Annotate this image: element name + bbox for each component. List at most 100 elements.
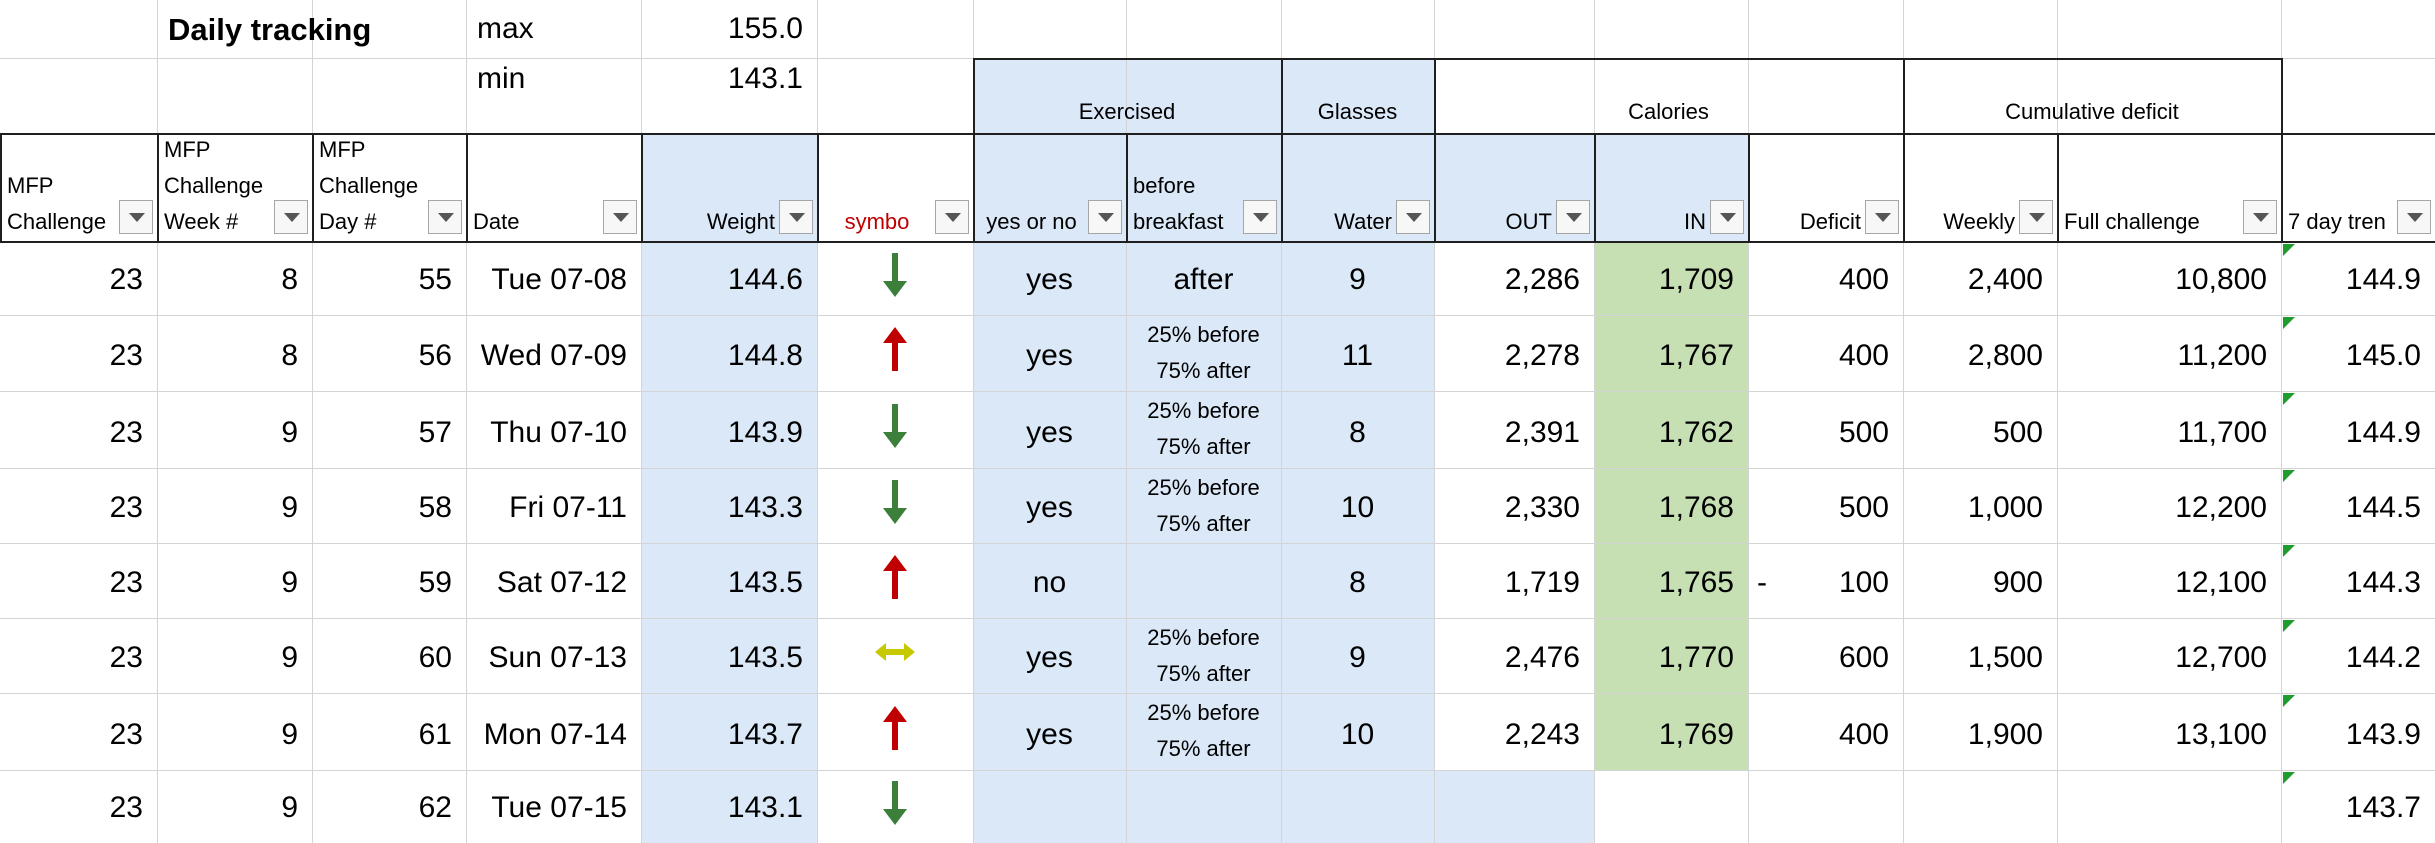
- cell-water[interactable]: 10: [1281, 491, 1434, 535]
- cell-out[interactable]: 1,719: [1434, 566, 1594, 610]
- cell-in[interactable]: [1594, 791, 1748, 835]
- cell-in[interactable]: 1,762: [1594, 416, 1748, 460]
- cell-challenge[interactable]: 23: [0, 339, 157, 383]
- filter-dropdown-icon[interactable]: [1396, 200, 1430, 234]
- cell-challenge[interactable]: 23: [0, 263, 157, 307]
- cell-weight[interactable]: 143.5: [641, 641, 817, 685]
- cell-full[interactable]: 12,200: [2057, 491, 2281, 535]
- cell-week[interactable]: 8: [157, 263, 312, 307]
- cell-weight[interactable]: 143.9: [641, 416, 817, 460]
- cell-date[interactable]: Thu 07-10: [466, 416, 641, 460]
- cell-out[interactable]: 2,330: [1434, 491, 1594, 535]
- cell-exercised[interactable]: no: [973, 566, 1126, 610]
- cell-date[interactable]: Tue 07-08: [466, 263, 641, 307]
- cell-deficit[interactable]: 500: [1748, 416, 1903, 460]
- cell-in[interactable]: 1,765: [1594, 566, 1748, 610]
- cell-week[interactable]: 9: [157, 566, 312, 610]
- cell-full[interactable]: 12,700: [2057, 641, 2281, 685]
- cell-challenge[interactable]: 23: [0, 718, 157, 762]
- cell-trend[interactable]: 145.0: [2281, 339, 2435, 383]
- cell-full[interactable]: [2057, 791, 2281, 835]
- cell-weekly[interactable]: 2,400: [1903, 263, 2057, 307]
- cell-exercised[interactable]: yes: [973, 641, 1126, 685]
- cell-in[interactable]: 1,769: [1594, 718, 1748, 762]
- cell-deficit[interactable]: 400: [1748, 718, 1903, 762]
- cell-week[interactable]: 9: [157, 641, 312, 685]
- cell-deficit[interactable]: 500: [1748, 491, 1903, 535]
- cell-date[interactable]: Sun 07-13: [466, 641, 641, 685]
- cell-week[interactable]: 8: [157, 339, 312, 383]
- cell-weight[interactable]: 143.5: [641, 566, 817, 610]
- cell-weekly[interactable]: [1903, 791, 2057, 835]
- cell-week[interactable]: 9: [157, 491, 312, 535]
- cell-water[interactable]: 9: [1281, 263, 1434, 307]
- filter-dropdown-icon[interactable]: [603, 200, 637, 234]
- cell-trend[interactable]: 144.9: [2281, 416, 2435, 460]
- filter-dropdown-icon[interactable]: [935, 200, 969, 234]
- cell-full[interactable]: 11,200: [2057, 339, 2281, 383]
- cell-in[interactable]: 1,770: [1594, 641, 1748, 685]
- header-challenge[interactable]: MFP Challenge: [2, 168, 119, 240]
- cell-out[interactable]: 2,286: [1434, 263, 1594, 307]
- cell-day[interactable]: 59: [312, 566, 466, 610]
- cell-deficit[interactable]: 600: [1748, 641, 1903, 685]
- header-weekly[interactable]: Weekly: [1905, 204, 2019, 240]
- cell-trend[interactable]: 143.7: [2281, 791, 2435, 835]
- cell-before-breakfast[interactable]: after: [1126, 263, 1281, 307]
- cell-day[interactable]: 57: [312, 416, 466, 460]
- cell-out[interactable]: 2,391: [1434, 416, 1594, 460]
- header-deficit[interactable]: Deficit: [1750, 204, 1865, 240]
- cell-full[interactable]: 12,100: [2057, 566, 2281, 610]
- cell-water[interactable]: 8: [1281, 416, 1434, 460]
- cell-challenge[interactable]: 23: [0, 491, 157, 535]
- cell-exercised[interactable]: yes: [973, 416, 1126, 460]
- cell-weight[interactable]: 143.7: [641, 718, 817, 762]
- cell-trend[interactable]: 143.9: [2281, 718, 2435, 762]
- cell-week[interactable]: 9: [157, 718, 312, 762]
- cell-day[interactable]: 58: [312, 491, 466, 535]
- filter-dropdown-icon[interactable]: [2397, 200, 2431, 234]
- cell-deficit[interactable]: [1748, 791, 1903, 835]
- header-trend[interactable]: 7 day tren: [2283, 204, 2397, 240]
- cell-day[interactable]: 55: [312, 263, 466, 307]
- cell-deficit[interactable]: 400: [1748, 263, 1903, 307]
- header-out[interactable]: OUT: [1436, 204, 1556, 240]
- filter-dropdown-icon[interactable]: [1556, 200, 1590, 234]
- header-water[interactable]: Water: [1283, 204, 1396, 240]
- cell-weekly[interactable]: 1,500: [1903, 641, 2057, 685]
- cell-week[interactable]: 9: [157, 791, 312, 835]
- filter-dropdown-icon[interactable]: [1710, 200, 1744, 234]
- cell-full[interactable]: 10,800: [2057, 263, 2281, 307]
- cell-before-breakfast[interactable]: 25% before 75% after: [1126, 317, 1281, 389]
- filter-dropdown-icon[interactable]: [1243, 200, 1277, 234]
- cell-out[interactable]: [1434, 791, 1594, 835]
- cell-trend[interactable]: 144.2: [2281, 641, 2435, 685]
- filter-dropdown-icon[interactable]: [274, 200, 308, 234]
- cell-out[interactable]: 2,476: [1434, 641, 1594, 685]
- filter-dropdown-icon[interactable]: [1088, 200, 1122, 234]
- cell-trend[interactable]: 144.5: [2281, 491, 2435, 535]
- header-exercised[interactable]: yes or no: [975, 204, 1088, 240]
- cell-before-breakfast[interactable]: 25% before 75% after: [1126, 470, 1281, 541]
- cell-trend[interactable]: 144.9: [2281, 263, 2435, 307]
- cell-weight[interactable]: 143.3: [641, 491, 817, 535]
- filter-dropdown-icon[interactable]: [428, 200, 462, 234]
- cell-day[interactable]: 61: [312, 718, 466, 762]
- cell-date[interactable]: Mon 07-14: [466, 718, 641, 762]
- cell-before-breakfast[interactable]: 25% before 75% after: [1126, 393, 1281, 466]
- cell-full[interactable]: 13,100: [2057, 718, 2281, 762]
- cell-before-breakfast[interactable]: 25% before 75% after: [1126, 620, 1281, 691]
- cell-deficit[interactable]: 100: [1748, 566, 1903, 610]
- cell-weight[interactable]: 144.8: [641, 339, 817, 383]
- header-symbol[interactable]: symbo: [819, 204, 935, 240]
- header-day[interactable]: MFP Challenge Day #: [314, 132, 428, 240]
- cell-in[interactable]: 1,767: [1594, 339, 1748, 383]
- cell-weekly[interactable]: 1,000: [1903, 491, 2057, 535]
- cell-water[interactable]: 9: [1281, 641, 1434, 685]
- cell-date[interactable]: Fri 07-11: [466, 491, 641, 535]
- cell-exercised[interactable]: yes: [973, 263, 1126, 307]
- cell-weekly[interactable]: 2,800: [1903, 339, 2057, 383]
- cell-exercised[interactable]: yes: [973, 491, 1126, 535]
- cell-date[interactable]: Wed 07-09: [466, 339, 641, 383]
- filter-dropdown-icon[interactable]: [779, 200, 813, 234]
